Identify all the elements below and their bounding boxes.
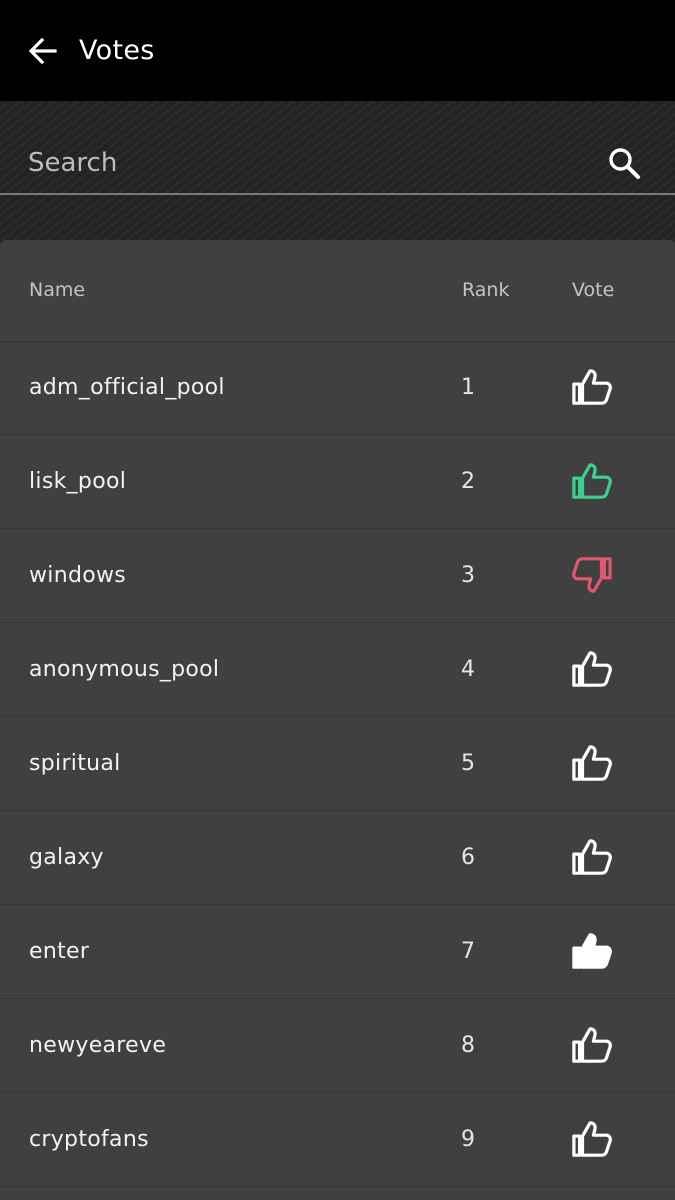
table-row-3[interactable]: windows 3	[0, 529, 675, 623]
table-row-8[interactable]: newyeareve 8	[0, 999, 675, 1093]
table-row-5[interactable]: spiritual 5	[0, 717, 675, 811]
delegate-rank: 9	[461, 1127, 475, 1152]
thumbs-up-icon	[572, 369, 612, 405]
thumbs-up-icon	[572, 463, 612, 499]
arrow-left-icon	[28, 37, 57, 65]
delegate-name: anonymous_pool	[29, 657, 220, 682]
delegate-rank: 6	[461, 845, 475, 870]
delegate-rank: 1	[461, 375, 475, 400]
delegate-name: adm_official_pool	[29, 375, 225, 400]
table-row-7[interactable]: enter 7	[0, 905, 675, 999]
thumbs-up-icon	[572, 1027, 612, 1063]
vote-button[interactable]	[568, 460, 616, 502]
table-row-2[interactable]: lisk_pool 2	[0, 435, 675, 529]
vote-button[interactable]	[568, 1118, 616, 1160]
delegate-rank: 5	[461, 751, 475, 776]
delegate-name: lisk_pool	[29, 469, 127, 494]
search-input[interactable]	[28, 141, 588, 185]
delegate-rank: 8	[461, 1033, 475, 1058]
thumbs-down-icon	[572, 557, 612, 593]
delegate-name: cryptofans	[29, 1127, 149, 1152]
delegate-name: spiritual	[29, 751, 121, 776]
thumbs-up-icon	[572, 933, 612, 969]
vote-button[interactable]	[568, 836, 616, 878]
vote-button[interactable]	[568, 742, 616, 784]
thumbs-up-icon	[572, 1121, 612, 1157]
vote-button[interactable]	[568, 366, 616, 408]
delegate-rank: 7	[461, 939, 475, 964]
column-header-name: Name	[29, 279, 86, 301]
back-button[interactable]	[22, 30, 64, 72]
vote-button[interactable]	[568, 648, 616, 690]
votes-table: Name Rank Vote adm_official_pool 1 lisk_…	[0, 240, 675, 1200]
vote-button[interactable]	[568, 1024, 616, 1066]
page-title: Votes	[79, 35, 155, 66]
table-row-9[interactable]: cryptofans 9	[0, 1093, 675, 1187]
table-row-1[interactable]: adm_official_pool 1	[0, 341, 675, 435]
delegate-name: enter	[29, 939, 90, 964]
delegate-rank: 3	[461, 563, 475, 588]
search-icon	[609, 148, 640, 179]
delegate-name: windows	[29, 563, 127, 588]
delegate-rank: 2	[461, 469, 475, 494]
app-bar: Votes	[0, 0, 675, 101]
delegate-rank: 4	[461, 657, 475, 682]
search-button[interactable]	[602, 141, 646, 185]
thumbs-up-icon	[572, 745, 612, 781]
table-row-6[interactable]: galaxy 6	[0, 811, 675, 905]
thumbs-up-icon	[572, 839, 612, 875]
table-row-4[interactable]: anonymous_pool 4	[0, 623, 675, 717]
delegate-name: galaxy	[29, 845, 104, 870]
vote-button[interactable]	[568, 930, 616, 972]
delegate-name: newyeareve	[29, 1033, 167, 1058]
table-header: Name Rank Vote	[0, 240, 675, 342]
votes-screen: Votes Name Rank Vote adm_official_pool 1…	[0, 0, 675, 1200]
search-box	[0, 133, 675, 195]
search-area	[0, 101, 675, 240]
vote-button[interactable]	[568, 554, 616, 596]
column-header-vote: Vote	[572, 279, 615, 301]
thumbs-up-icon	[572, 651, 612, 687]
column-header-rank: Rank	[462, 279, 510, 301]
